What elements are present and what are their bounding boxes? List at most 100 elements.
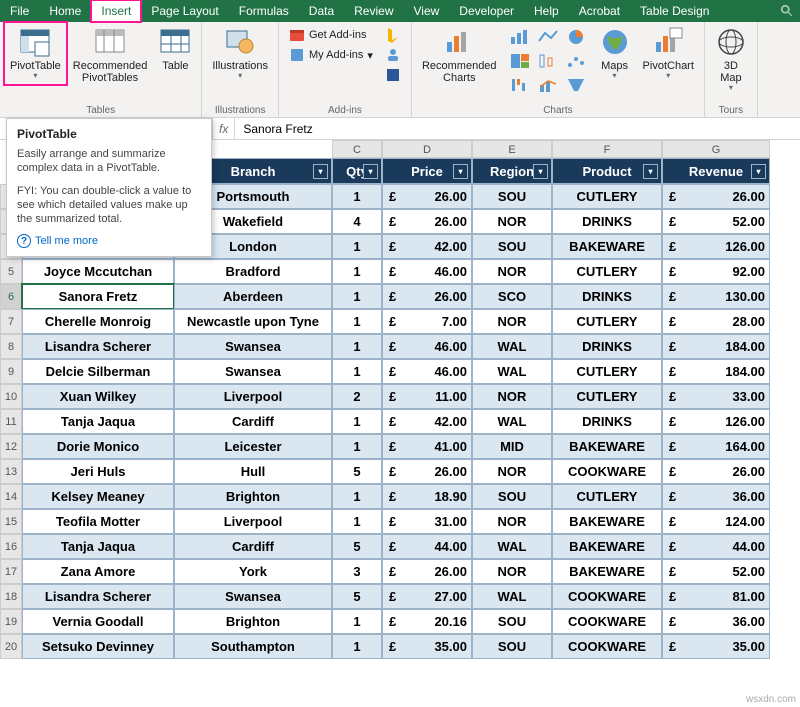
- cell[interactable]: £164.00: [662, 434, 770, 459]
- cell[interactable]: Xuan Wilkey: [22, 384, 174, 409]
- cell[interactable]: NOR: [472, 509, 552, 534]
- cell[interactable]: Jeri Huls: [22, 459, 174, 484]
- cell[interactable]: Vernia Goodall: [22, 609, 174, 634]
- filter-dropdown-icon[interactable]: ▾: [313, 164, 328, 179]
- cell[interactable]: WAL: [472, 359, 552, 384]
- cell[interactable]: SOU: [472, 484, 552, 509]
- cell[interactable]: 1: [332, 234, 382, 259]
- cell[interactable]: 1: [332, 334, 382, 359]
- cell[interactable]: DRINKS: [552, 209, 662, 234]
- row-header[interactable]: 10: [0, 384, 22, 409]
- cell[interactable]: 1: [332, 409, 382, 434]
- cell[interactable]: £26.00: [382, 209, 472, 234]
- cell[interactable]: £26.00: [382, 184, 472, 209]
- cell[interactable]: £36.00: [662, 609, 770, 634]
- tell-me-more-link[interactable]: ?Tell me more: [17, 234, 201, 248]
- cell[interactable]: £41.00: [382, 434, 472, 459]
- cell[interactable]: Brighton: [174, 484, 332, 509]
- cell[interactable]: Cardiff: [174, 409, 332, 434]
- cell[interactable]: Bradford: [174, 259, 332, 284]
- cell[interactable]: DRINKS: [552, 284, 662, 309]
- cell[interactable]: £46.00: [382, 259, 472, 284]
- cell[interactable]: £31.00: [382, 509, 472, 534]
- cell[interactable]: 1: [332, 184, 382, 209]
- cell[interactable]: £20.16: [382, 609, 472, 634]
- tab-developer[interactable]: Developer: [449, 0, 524, 22]
- cell[interactable]: £35.00: [662, 634, 770, 659]
- tab-acrobat[interactable]: Acrobat: [569, 0, 630, 22]
- cell[interactable]: Cardiff: [174, 534, 332, 559]
- chart-stat-icon[interactable]: [535, 50, 561, 72]
- col-header[interactable]: F: [552, 140, 662, 158]
- row-header[interactable]: 5: [0, 259, 22, 284]
- cell[interactable]: £126.00: [662, 409, 770, 434]
- cell[interactable]: Leicester: [174, 434, 332, 459]
- cell[interactable]: £26.00: [382, 559, 472, 584]
- table-button[interactable]: Table: [155, 24, 195, 74]
- tab-help[interactable]: Help: [524, 0, 569, 22]
- illustrations-button[interactable]: Illustrations ▾: [208, 24, 272, 83]
- cell[interactable]: CUTLERY: [552, 259, 662, 284]
- filter-dropdown-icon[interactable]: ▾: [533, 164, 548, 179]
- col-header[interactable]: D: [382, 140, 472, 158]
- cell[interactable]: DRINKS: [552, 409, 662, 434]
- cell[interactable]: CUTLERY: [552, 309, 662, 334]
- cell[interactable]: NOR: [472, 384, 552, 409]
- people-graph-icon[interactable]: [383, 46, 403, 64]
- cell[interactable]: Southampton: [174, 634, 332, 659]
- cell[interactable]: Kelsey Meaney: [22, 484, 174, 509]
- cell[interactable]: BAKEWARE: [552, 234, 662, 259]
- tab-home[interactable]: Home: [39, 0, 91, 22]
- formula-input[interactable]: [235, 118, 800, 139]
- cell[interactable]: Tanja Jaqua: [22, 409, 174, 434]
- col-header[interactable]: G: [662, 140, 770, 158]
- cell[interactable]: York: [174, 559, 332, 584]
- cell[interactable]: £26.00: [382, 459, 472, 484]
- cell[interactable]: BAKEWARE: [552, 509, 662, 534]
- tab-insert[interactable]: Insert: [91, 0, 141, 22]
- cell[interactable]: Aberdeen: [174, 284, 332, 309]
- cell[interactable]: 5: [332, 459, 382, 484]
- row-header[interactable]: 14: [0, 484, 22, 509]
- cell[interactable]: SOU: [472, 184, 552, 209]
- row-header[interactable]: 17: [0, 559, 22, 584]
- cell[interactable]: £35.00: [382, 634, 472, 659]
- row-header[interactable]: 18: [0, 584, 22, 609]
- cell[interactable]: £18.90: [382, 484, 472, 509]
- chart-column-icon[interactable]: [507, 26, 533, 48]
- pivottable-button[interactable]: PivotTable ▾: [6, 24, 65, 83]
- cell[interactable]: WAL: [472, 334, 552, 359]
- cell[interactable]: 1: [332, 434, 382, 459]
- pivotchart-button[interactable]: PivotChart ▾: [639, 24, 698, 83]
- cell[interactable]: £126.00: [662, 234, 770, 259]
- cell[interactable]: COOKWARE: [552, 584, 662, 609]
- cell[interactable]: COOKWARE: [552, 459, 662, 484]
- cell[interactable]: WAL: [472, 534, 552, 559]
- tab-data[interactable]: Data: [299, 0, 344, 22]
- cell[interactable]: Teofila Motter: [22, 509, 174, 534]
- cell[interactable]: COOKWARE: [552, 609, 662, 634]
- row-header[interactable]: 12: [0, 434, 22, 459]
- cell[interactable]: 1: [332, 634, 382, 659]
- row-header[interactable]: 20: [0, 634, 22, 659]
- cell[interactable]: £130.00: [662, 284, 770, 309]
- cell[interactable]: Brighton: [174, 609, 332, 634]
- my-addins-button[interactable]: My Add-ins ▾: [287, 46, 375, 64]
- cell[interactable]: 1: [332, 509, 382, 534]
- chart-line-icon[interactable]: [535, 26, 561, 48]
- recommended-pivottables-button[interactable]: Recommended PivotTables: [69, 24, 152, 86]
- cell[interactable]: £11.00: [382, 384, 472, 409]
- cell[interactable]: Hull: [174, 459, 332, 484]
- chart-pie-icon[interactable]: [563, 26, 589, 48]
- maps-button[interactable]: Maps ▾: [595, 24, 635, 83]
- cell[interactable]: Joyce Mccutchan: [22, 259, 174, 284]
- chart-funnel-icon[interactable]: [563, 74, 589, 96]
- cell[interactable]: Lisandra Scherer: [22, 334, 174, 359]
- visio-icon[interactable]: [383, 66, 403, 84]
- cell[interactable]: CUTLERY: [552, 184, 662, 209]
- cell[interactable]: DRINKS: [552, 334, 662, 359]
- cell[interactable]: SOU: [472, 609, 552, 634]
- cell[interactable]: £92.00: [662, 259, 770, 284]
- row-header[interactable]: 9: [0, 359, 22, 384]
- table-header[interactable]: Revenue▾: [662, 158, 770, 184]
